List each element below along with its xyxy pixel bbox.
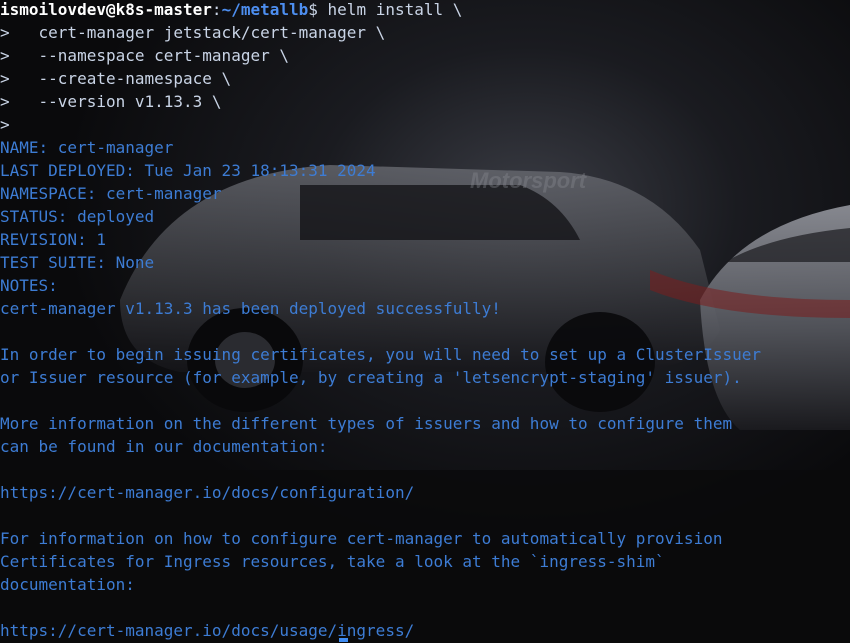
output-line: LAST DEPLOYED: Tue Jan 23 18:13:31 2024 [0,161,376,180]
output-line: or Issuer resource (for example, by crea… [0,368,742,387]
output-line: For information on how to configure cert… [0,529,723,548]
prompt-user-host: ismoilovdev@k8s-master [0,0,212,19]
output-line: TEST SUITE: None [0,253,155,272]
continuation-line: > cert-manager jetstack/cert-manager \ [0,23,386,42]
continuation-line: > --create-namespace \ [0,69,232,88]
continuation-line: > --version v1.13.3 \ [0,92,222,111]
output-line: NAME: cert-manager [0,138,174,157]
output-line: In order to begin issuing certificates, … [0,345,761,364]
output-line: Certificates for Ingress resources, take… [0,552,665,571]
output-line: NOTES: [0,276,58,295]
output-line: STATUS: deployed [0,207,155,226]
output-line: NAMESPACE: cert-manager [0,184,222,203]
output-link[interactable]: https://cert-manager.io/docs/usage/ingre… [0,621,850,643]
prompt-separator: : [211,0,222,19]
output-line: REVISION: 1 [0,230,106,249]
output-line: documentation: [0,575,135,594]
output-line: can be found in our documentation: [0,437,328,456]
output-link-text[interactable]: https://cert-manager.io/docs/usage/ingre… [0,621,414,640]
prompt-command: helm install \ [317,0,463,19]
prompt-path: ~/metallb [221,0,309,19]
terminal-output: ismoilovdev@k8s-master:~/metallb$ helm i… [0,0,850,643]
output-link[interactable]: https://cert-manager.io/docs/configurati… [0,483,850,506]
output-line: cert-manager v1.13.3 has been deployed s… [0,299,501,318]
output-line: More information on the different types … [0,414,733,433]
continuation-line: > --namespace cert-manager \ [0,46,289,65]
prompt-line: ismoilovdev@k8s-master:~/metallb$ helm i… [0,0,850,23]
prompt-sign: $ [308,0,318,19]
continuation-line: > [0,115,10,134]
terminal-window[interactable]: Motorsport ismoilovdev@k8s-master:~/meta… [0,0,850,643]
